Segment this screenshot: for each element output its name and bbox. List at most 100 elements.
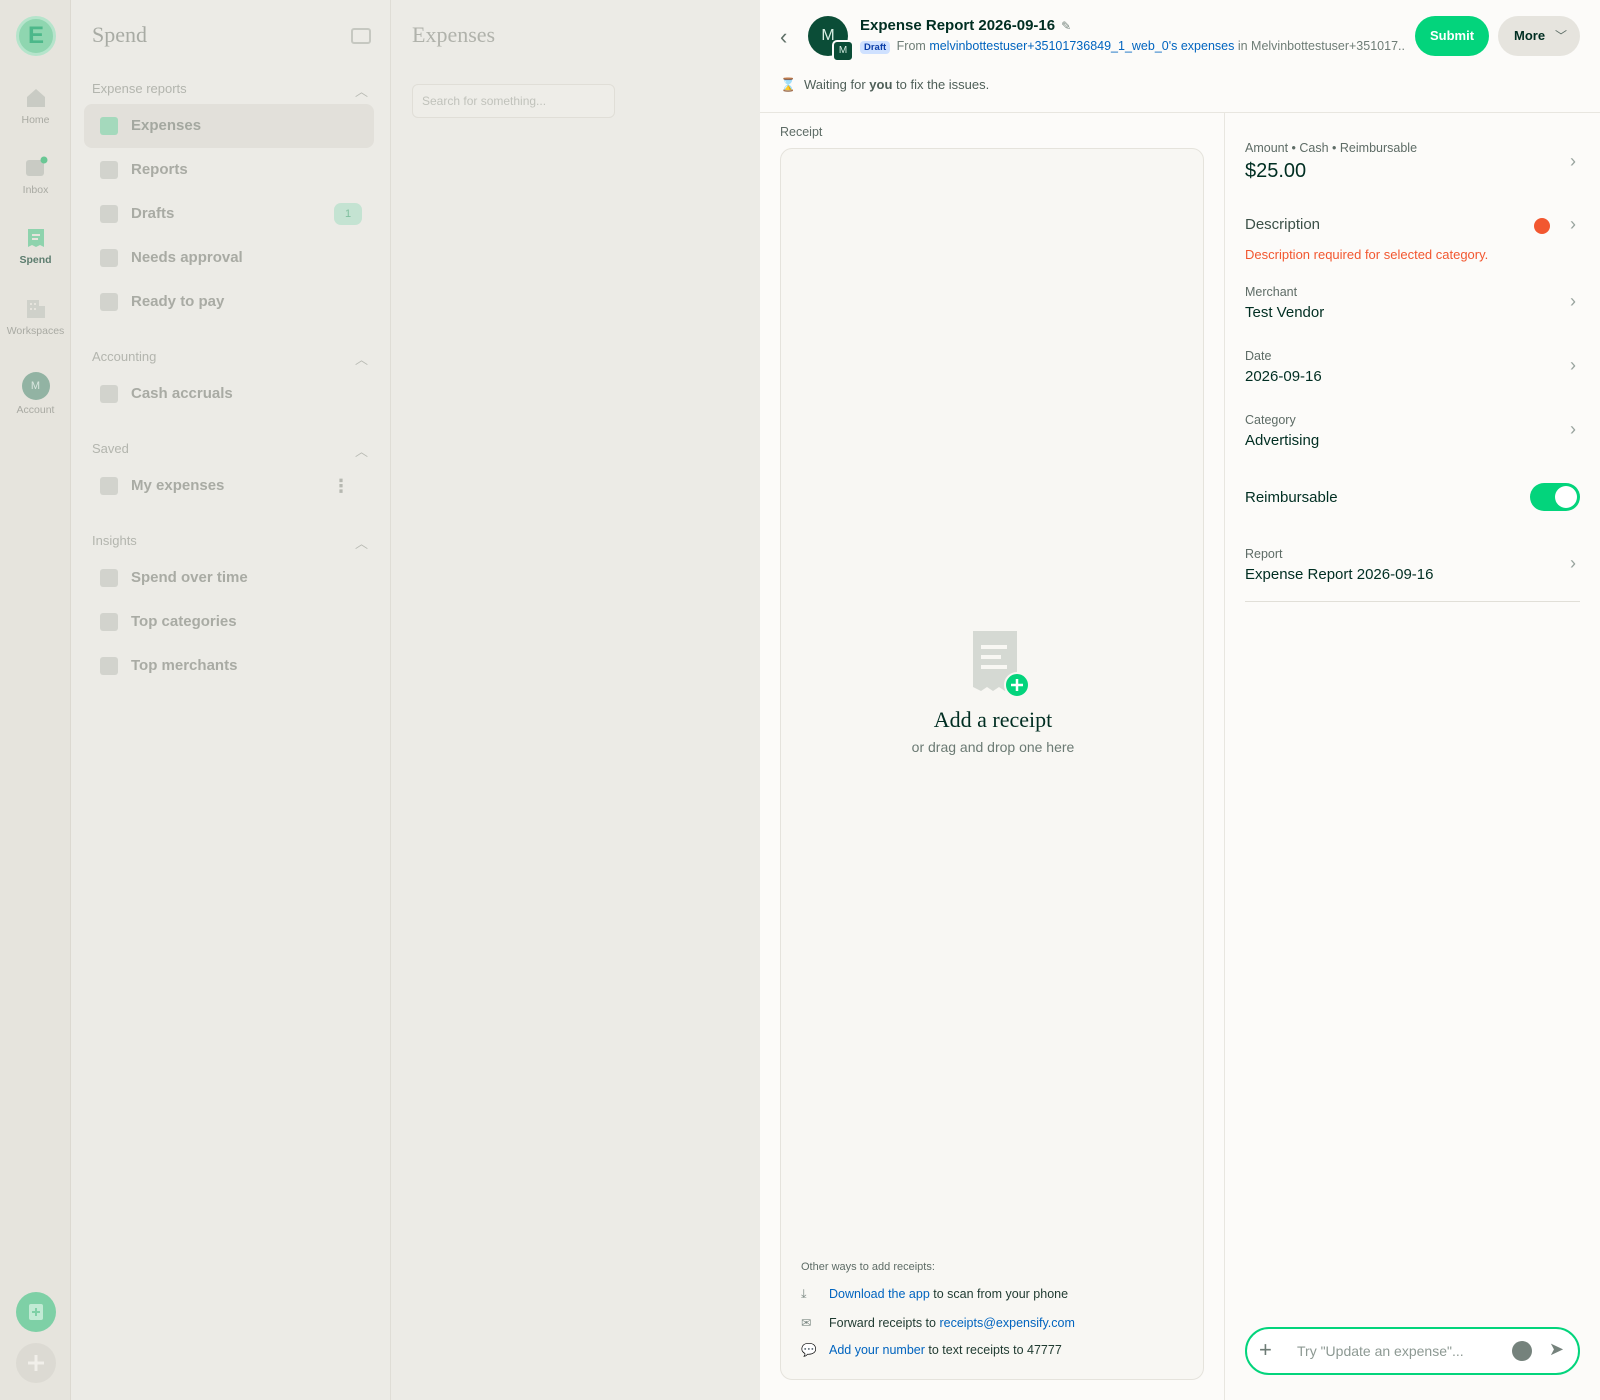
merchant-value: Test Vendor bbox=[1245, 304, 1325, 321]
submit-button[interactable]: Submit bbox=[1415, 16, 1489, 56]
description-label: Description bbox=[1245, 216, 1321, 233]
add-number-row: 💬 Add your number to text receipts to 477… bbox=[801, 1343, 1062, 1358]
download-icon: ⤓ bbox=[801, 1287, 807, 1301]
back-arrow-icon[interactable]: ‹ bbox=[780, 24, 787, 50]
reimbursable-toggle[interactable] bbox=[1530, 483, 1580, 511]
inbox-icon bbox=[25, 156, 47, 176]
add-number-text: to text receipts to 47777 bbox=[928, 1343, 1062, 1357]
add-number-link[interactable]: Add your number bbox=[829, 1343, 925, 1357]
status-you: you bbox=[869, 77, 893, 92]
category-field[interactable]: Category Advertising › bbox=[1245, 413, 1580, 449]
calendar-icon bbox=[100, 569, 118, 587]
from-link[interactable]: melvinbottestuser+35101736849_1_web_0's … bbox=[929, 39, 1234, 53]
sidebar-item-top-categories[interactable]: Top categories bbox=[84, 600, 374, 644]
date-value: 2026-09-16 bbox=[1245, 368, 1322, 385]
draft-badge: Draft bbox=[860, 41, 891, 54]
section-saved-label: Saved bbox=[92, 441, 129, 456]
sidebar-item-label: Spend over time bbox=[131, 569, 248, 586]
chevron-down-icon: ﹀ bbox=[1554, 29, 1567, 43]
nav-account[interactable]: M Account bbox=[0, 372, 71, 416]
workspace-text: in Melvinbottestuser+351017... bbox=[1237, 39, 1405, 53]
nav-spend-label: Spend bbox=[19, 254, 52, 266]
report-status: ⌛ Waiting for you to fix the issues. bbox=[780, 77, 989, 93]
sidebar-item-ready-to-pay[interactable]: Ready to pay bbox=[84, 280, 374, 324]
sidebar-item-label: Reports bbox=[131, 161, 188, 178]
sidebar-item-cash-accruals[interactable]: Cash accruals bbox=[84, 372, 374, 416]
expensify-logo[interactable]: E bbox=[16, 16, 56, 56]
add-receipt-icon[interactable] bbox=[971, 629, 1031, 699]
new-expense-icon bbox=[29, 1304, 43, 1320]
section-accounting[interactable]: Accounting ︿ bbox=[92, 349, 372, 367]
download-app-text: to scan from your phone bbox=[933, 1287, 1069, 1301]
nav-workspaces-label: Workspaces bbox=[6, 325, 65, 337]
search-input[interactable]: Search for something... bbox=[412, 84, 615, 118]
section-saved[interactable]: Saved ︿ bbox=[92, 441, 372, 459]
description-field[interactable]: Description › Description required for s… bbox=[1245, 214, 1580, 262]
report-header: ‹ M M Expense Report 2026-09-16 ✎ Draft F… bbox=[760, 0, 1600, 113]
details-divider bbox=[1245, 601, 1580, 602]
nav-spend[interactable]: Spend bbox=[0, 226, 71, 266]
receipt-label: Receipt bbox=[780, 125, 823, 139]
sidebar-item-my-expenses[interactable]: My expenses ⋮ bbox=[84, 464, 374, 508]
receipt-dropzone[interactable]: Add a receipt or drag and drop one here … bbox=[780, 148, 1204, 1380]
envelope-icon: ✉ bbox=[801, 1316, 812, 1330]
more-options-icon[interactable]: ⋮ bbox=[332, 477, 350, 495]
section-insights[interactable]: Insights ︿ bbox=[92, 533, 372, 551]
section-expense-reports-label: Expense reports bbox=[92, 81, 187, 96]
send-icon[interactable]: ➤ bbox=[1549, 1339, 1564, 1360]
date-field[interactable]: Date 2026-09-16 › bbox=[1245, 349, 1580, 385]
create-expense-button[interactable] bbox=[16, 1292, 56, 1332]
reimbursable-row: Reimbursable bbox=[1245, 483, 1580, 511]
toggle-knob bbox=[1555, 486, 1577, 508]
receipt-icon bbox=[100, 117, 118, 135]
download-app-link[interactable]: Download the app bbox=[829, 1287, 930, 1301]
receipts-email-link[interactable]: receipts@expensify.com bbox=[939, 1316, 1074, 1330]
section-expense-reports[interactable]: Expense reports ︿ bbox=[92, 81, 372, 99]
plus-icon[interactable]: + bbox=[1259, 1337, 1272, 1363]
from-prefix: From bbox=[896, 39, 926, 53]
column-divider bbox=[1224, 113, 1225, 1400]
nav-workspaces[interactable]: Workspaces bbox=[0, 297, 71, 337]
sidebar-item-reports[interactable]: Reports bbox=[84, 148, 374, 192]
nav-home-label: Home bbox=[21, 114, 50, 126]
emoji-icon[interactable] bbox=[1512, 1341, 1532, 1361]
list-title: Expenses bbox=[412, 22, 496, 47]
add-receipt-title: Add a receipt bbox=[933, 707, 1053, 732]
date-label: Date bbox=[1245, 349, 1272, 363]
category-value: Advertising bbox=[1245, 432, 1320, 449]
forward-receipts-row: ✉ Forward receipts to receipts@expensify.… bbox=[801, 1315, 1075, 1330]
report-value: Expense Report 2026-09-16 bbox=[1245, 566, 1434, 583]
sidebar-item-label: Cash accruals bbox=[131, 385, 233, 402]
merchant-field[interactable]: Merchant Test Vendor › bbox=[1245, 285, 1580, 321]
chevron-up-icon: ︿ bbox=[354, 84, 368, 99]
status-prefix: Waiting for bbox=[804, 77, 866, 92]
amount-label: Amount • Cash • Reimbursable bbox=[1245, 141, 1418, 155]
global-create-button[interactable] bbox=[16, 1343, 56, 1383]
amount-field[interactable]: Amount • Cash • Reimbursable $25.00 › bbox=[1245, 141, 1580, 183]
nav-home[interactable]: Home bbox=[0, 86, 71, 126]
sidebar-item-expenses[interactable]: Expenses bbox=[84, 104, 374, 148]
chevron-right-icon: › bbox=[1570, 419, 1576, 439]
pencil-icon[interactable]: ✎ bbox=[1061, 19, 1071, 33]
nav-inbox[interactable]: Inbox bbox=[0, 156, 71, 196]
drafts-count-badge: 1 bbox=[334, 203, 362, 225]
chat-composer[interactable]: + Try "Update an expense"... ➤ bbox=[1245, 1327, 1580, 1375]
sidebar-item-needs-approval[interactable]: Needs approval bbox=[84, 236, 374, 280]
nav-rail: E Home Inbox Spend Workspaces M Account bbox=[0, 0, 71, 1400]
account-avatar: M bbox=[21, 372, 50, 400]
sidebar-item-top-merchants[interactable]: Top merchants bbox=[84, 644, 374, 688]
add-receipt-subtitle: or drag and drop one here bbox=[911, 739, 1075, 755]
expenses-list-column: Expenses Search for something... bbox=[391, 0, 760, 1400]
composer-input[interactable]: Try "Update an expense"... bbox=[1297, 1343, 1464, 1359]
document-icon bbox=[100, 161, 118, 179]
more-button[interactable]: More ﹀ bbox=[1498, 16, 1580, 56]
expense-report-panel: ‹ M M Expense Report 2026-09-16 ✎ Draft F… bbox=[760, 0, 1600, 1400]
sidebar-item-label: Top categories bbox=[131, 613, 237, 630]
report-field[interactable]: Report Expense Report 2026-09-16 › bbox=[1245, 547, 1580, 583]
report-title[interactable]: Expense Report 2026-09-16 ✎ bbox=[860, 17, 1071, 34]
money-bag-icon bbox=[100, 293, 118, 311]
sidebar-item-spend-over-time[interactable]: Spend over time bbox=[84, 556, 374, 600]
collapse-sidebar-icon[interactable] bbox=[351, 28, 371, 44]
sidebar-item-drafts[interactable]: Drafts 1 bbox=[84, 192, 374, 236]
chat-bubbles-icon: 💬 bbox=[801, 1343, 817, 1357]
